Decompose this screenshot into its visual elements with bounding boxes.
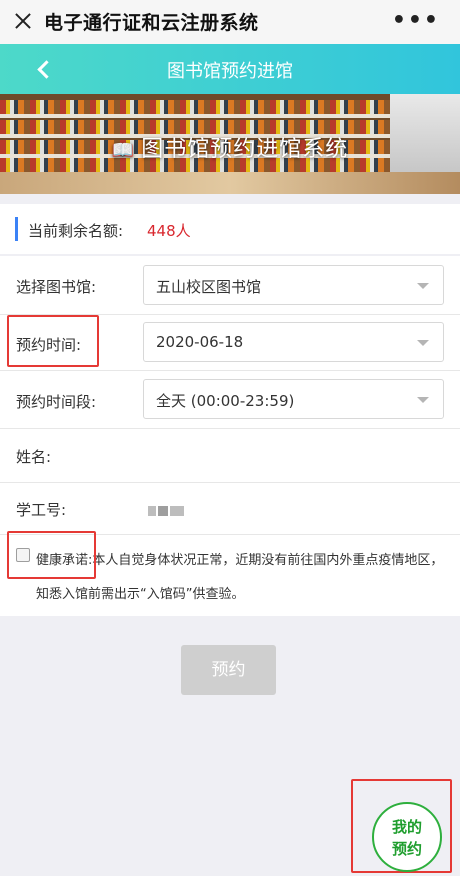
bookshelf-row <box>0 100 390 114</box>
divider <box>0 428 460 429</box>
library-select[interactable]: 五山校区图书馆 <box>143 265 444 305</box>
banner-image: 📖 图书馆预约进馆系统 <box>0 94 460 194</box>
divider <box>0 370 460 371</box>
period-value: 全天 (00:00-23:59) <box>156 392 295 410</box>
quota-label: 当前剩余名额: <box>28 222 124 240</box>
my-reservation-line2: 预约 <box>391 840 422 858</box>
banner-title: 📖 图书馆预约进馆系统 <box>0 131 460 163</box>
accent-bar <box>15 217 18 241</box>
student-id-label: 学工号: <box>16 501 67 519</box>
book-icon: 📖 <box>111 140 136 161</box>
library-value: 五山校区图书馆 <box>156 278 262 296</box>
my-reservation-line1: 我的 <box>391 818 422 836</box>
divider <box>0 482 460 483</box>
page-title: 图书馆预约进馆 <box>167 61 293 82</box>
quota-value: 448人 <box>147 222 191 240</box>
library-label: 选择图书馆: <box>16 278 97 296</box>
more-icon[interactable]: ••• <box>392 8 440 33</box>
name-field[interactable] <box>143 436 443 472</box>
period-label: 预约时间段: <box>16 393 97 411</box>
top-bar: 电子通行证和云注册系统 ••• <box>0 0 460 44</box>
highlight-date-label <box>7 315 99 367</box>
chevron-down-icon <box>417 397 429 403</box>
page-header: 图书馆预约进馆 <box>0 44 460 94</box>
date-select[interactable]: 2020-06-18 <box>143 322 444 362</box>
name-label: 姓名: <box>16 448 52 466</box>
shelf-line <box>0 114 390 118</box>
reserve-button[interactable]: 预约 <box>181 645 276 695</box>
health-promise-text: 健康承诺:本人自觉身体状况正常，近期没有前往国内外重点疫情地区，知悉入馆前需出示… <box>36 553 444 602</box>
date-value: 2020-06-18 <box>156 333 244 351</box>
student-id-masked <box>148 506 186 518</box>
floor <box>0 172 460 194</box>
quota-row: 当前剩余名额: 448人 <box>0 204 460 254</box>
close-icon[interactable] <box>10 7 38 35</box>
highlight-checkbox <box>7 531 96 579</box>
banner-title-text: 图书馆预约进馆系统 <box>141 137 349 162</box>
app-title: 电子通行证和云注册系统 <box>44 12 259 34</box>
chevron-down-icon <box>417 283 429 289</box>
chevron-down-icon <box>417 340 429 346</box>
period-select[interactable]: 全天 (00:00-23:59) <box>143 379 444 419</box>
my-reservation-button[interactable]: 我的 预约 <box>372 802 442 872</box>
